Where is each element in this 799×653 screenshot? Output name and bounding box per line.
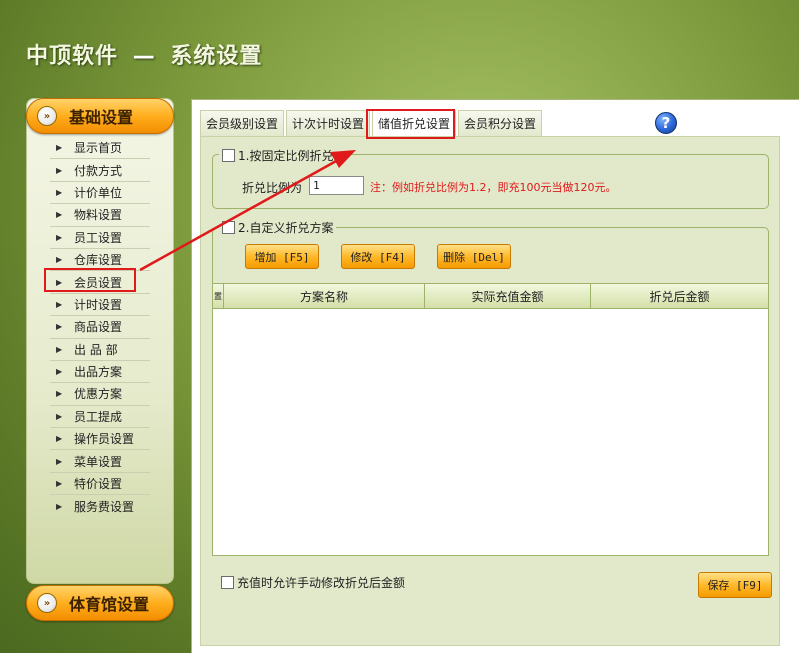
ratio-label: 折兑比例为: [242, 181, 303, 195]
triangle-right-icon: ▶: [56, 367, 63, 377]
tab-member-level[interactable]: 会员级别设置: [200, 110, 285, 136]
sidebar-item-label: 员工提成: [74, 409, 123, 424]
sidebar-item-timing[interactable]: ▶ 计时设置: [50, 294, 150, 317]
ratio-input[interactable]: 1: [309, 176, 364, 195]
sidebar-item-output-plan[interactable]: ▶ 出品方案: [50, 361, 150, 384]
group-stadium-settings-button[interactable]: » 体育馆设置: [26, 585, 174, 621]
allow-manual-edit-checkbox[interactable]: [221, 576, 234, 589]
custom-plan-legend: 2.自定义折兑方案: [219, 219, 337, 236]
triangle-right-icon: ▶: [56, 411, 63, 421]
sidebar-item-label: 计时设置: [74, 297, 123, 312]
fixed-ratio-checkbox[interactable]: [222, 149, 235, 162]
sidebar-item-operators[interactable]: ▶ 操作员设置: [50, 428, 150, 451]
sidebar-item-label: 特价设置: [74, 477, 123, 492]
triangle-right-icon: ▶: [56, 434, 63, 444]
triangle-right-icon: ▶: [56, 255, 63, 265]
triangle-right-icon: ▶: [56, 165, 63, 175]
triangle-right-icon: ▶: [56, 456, 63, 466]
tab-count-timing[interactable]: 计次计时设置: [286, 110, 371, 136]
section-name: 系统设置: [170, 44, 263, 69]
row-marker-header: 置: [213, 284, 224, 309]
fixed-ratio-label: 1.按固定比例折兑: [238, 149, 334, 163]
group-label: 基础设置: [69, 108, 134, 127]
save-button[interactable]: 保存 [F9]: [698, 572, 772, 598]
sidebar-item-label: 付款方式: [74, 163, 123, 178]
sidebar-item-label: 出 品 部: [74, 342, 118, 357]
help-icon[interactable]: ?: [655, 112, 677, 134]
sidebar-item-label: 仓库设置: [74, 253, 123, 268]
triangle-right-icon: ▶: [56, 187, 63, 197]
triangle-right-icon: ▶: [56, 299, 63, 309]
delete-button[interactable]: 删除 [Del]: [437, 244, 511, 269]
sidebar-item-products[interactable]: ▶ 商品设置: [50, 316, 150, 339]
add-button[interactable]: 增加 [F5]: [245, 244, 319, 269]
sidebar-item-materials[interactable]: ▶ 物料设置: [50, 204, 150, 227]
sidebar-item-staff[interactable]: ▶ 员工设置: [50, 227, 150, 249]
sidebar-item-label: 员工设置: [74, 230, 123, 245]
member-settings-highlight: [44, 268, 136, 292]
col-actual-amount[interactable]: 实际充值金额: [425, 284, 591, 309]
sidebar-menu: ▶ 显示首页 ▶ 付款方式 ▶ 计价单位 ▶ 物料设置 ▶ 员工设置 ▶ 仓库设置 ▶ 会员设…: [50, 137, 150, 518]
sidebar-item-discount-plan[interactable]: ▶ 优惠方案: [50, 383, 150, 406]
sidebar-item-label: 服务费设置: [74, 499, 135, 514]
sidebar-item-label: 物料设置: [74, 208, 123, 223]
col-discounted-amount[interactable]: 折兑后金额: [591, 284, 768, 309]
fixed-ratio-legend: 1.按固定比例折兑: [219, 147, 337, 164]
triangle-right-icon: ▶: [56, 143, 63, 153]
double-arrow-icon: »: [37, 593, 57, 613]
sidebar-item-staff-commission[interactable]: ▶ 员工提成: [50, 406, 150, 429]
triangle-right-icon: ▶: [56, 389, 63, 399]
tab-member-points[interactable]: 会员积分设置: [458, 110, 543, 136]
app-title: 中顶软件 — 系统设置: [26, 38, 262, 70]
brand-name: 中顶软件: [26, 44, 119, 69]
custom-plan-checkbox[interactable]: [222, 221, 235, 234]
sidebar-item-label: 商品设置: [74, 320, 123, 335]
sidebar-item-label: 菜单设置: [74, 454, 123, 469]
title-separator: —: [132, 44, 156, 69]
sidebar-item-special-price[interactable]: ▶ 特价设置: [50, 473, 150, 496]
table-header: 置 方案名称 实际充值金额 折兑后金额: [213, 284, 768, 309]
sidebar-item-output-dept[interactable]: ▶ 出 品 部: [50, 339, 150, 361]
triangle-right-icon: ▶: [56, 210, 63, 220]
sidebar-item-display-home[interactable]: ▶ 显示首页: [50, 137, 150, 160]
allow-manual-edit-label: 充值时允许手动修改折兑后金额: [237, 576, 406, 590]
sidebar-item-service-fee[interactable]: ▶ 服务费设置: [50, 495, 150, 517]
sidebar-item-payment-methods[interactable]: ▶ 付款方式: [50, 159, 150, 182]
sidebar-item-label: 优惠方案: [74, 387, 123, 402]
triangle-right-icon: ▶: [56, 501, 63, 511]
triangle-right-icon: ▶: [56, 479, 63, 489]
group-label: 体育馆设置: [69, 595, 150, 614]
sidebar-item-units[interactable]: ▶ 计价单位: [50, 182, 150, 205]
double-arrow-icon: »: [37, 106, 57, 126]
group-basic-settings-button[interactable]: » 基础设置: [26, 98, 174, 134]
sidebar-item-label: 显示首页: [74, 141, 123, 156]
triangle-right-icon: ▶: [56, 232, 63, 242]
active-tab-highlight: [366, 109, 455, 139]
ratio-note: 注：例如折兑比例为1.2，即充100元当做120元。: [370, 181, 617, 194]
sidebar-item-label: 操作员设置: [74, 432, 135, 447]
col-plan-name[interactable]: 方案名称: [224, 284, 425, 309]
allow-manual-edit-option[interactable]: 充值时允许手动修改折兑后金额: [221, 574, 405, 591]
triangle-right-icon: ▶: [56, 322, 63, 332]
sidebar-item-label: 出品方案: [74, 365, 123, 380]
plan-table: 置 方案名称 实际充值金额 折兑后金额: [212, 283, 769, 556]
sidebar-item-label: 计价单位: [74, 185, 123, 200]
custom-plan-label: 2.自定义折兑方案: [238, 221, 334, 235]
triangle-right-icon: ▶: [56, 344, 63, 354]
sidebar-item-menu-settings[interactable]: ▶ 菜单设置: [50, 450, 150, 473]
edit-button[interactable]: 修改 [F4]: [341, 244, 415, 269]
